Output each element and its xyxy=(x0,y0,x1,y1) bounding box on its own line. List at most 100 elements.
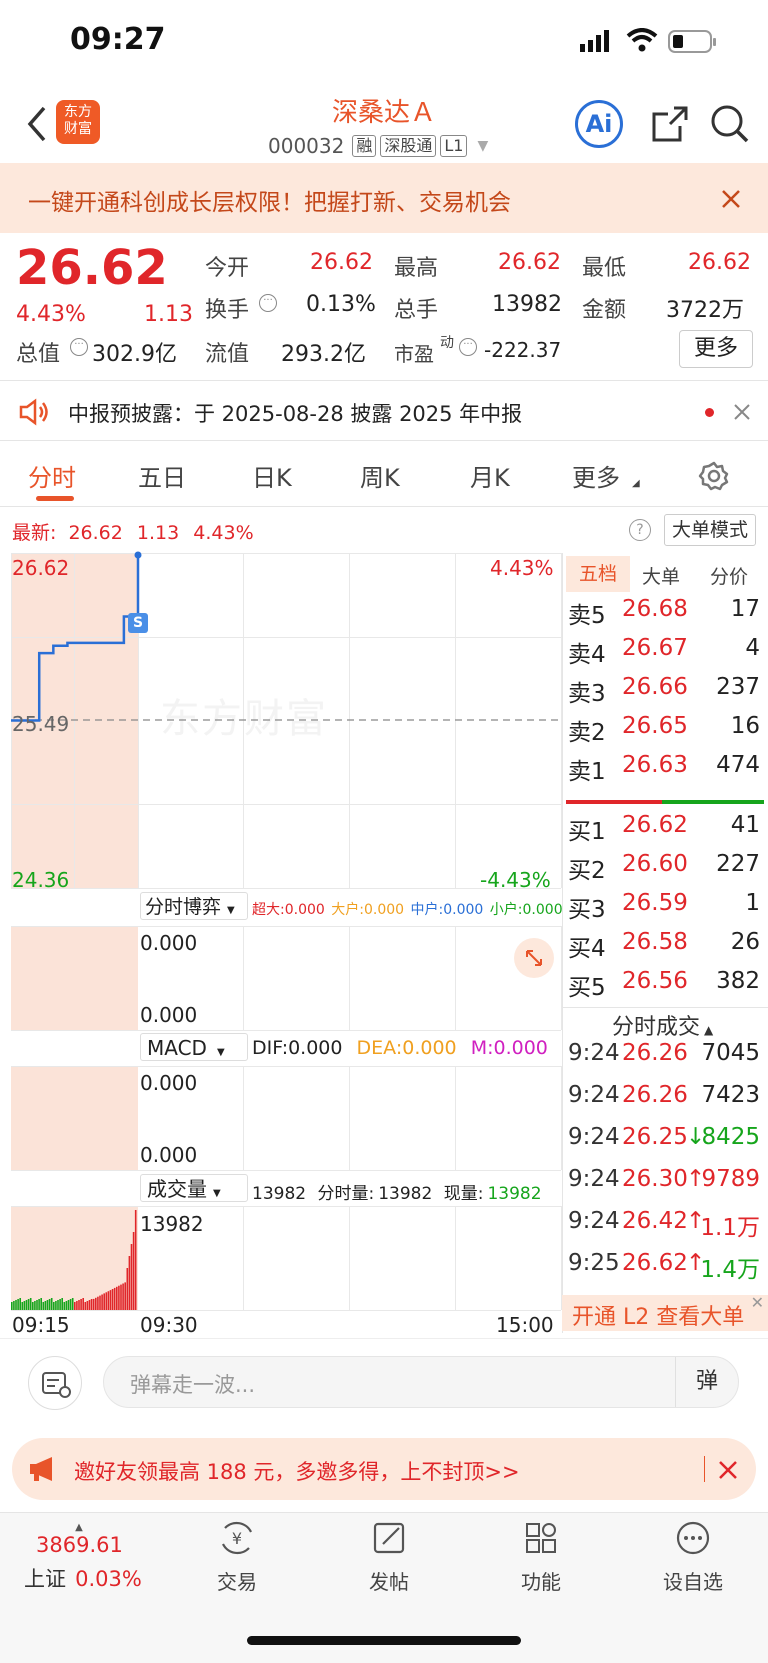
order-price: 26.56 xyxy=(622,968,688,994)
grid-v xyxy=(243,1066,244,1170)
tick-row: 9:24 26.30 ↑ 9789 xyxy=(568,1166,764,1206)
orderbook-tab-price[interactable]: 分价 xyxy=(710,562,748,589)
more-circle-icon xyxy=(676,1521,710,1555)
ticks-header[interactable]: 分时成交 ▲ xyxy=(612,1009,713,1041)
x-axis-mid: 09:30 xyxy=(140,1313,198,1337)
y-axis-mid: 25.49 xyxy=(12,712,70,736)
bid-row[interactable]: 买3 26.59 1 xyxy=(568,890,764,928)
tick-volume: 1.4万 xyxy=(700,1257,760,1283)
bosai-select[interactable]: 分时博弈 ▼ xyxy=(140,892,248,920)
volume-bar xyxy=(107,1291,110,1310)
order-volume: 17 xyxy=(730,596,760,622)
index-pct: 0.03% xyxy=(75,1567,142,1591)
order-volume: 1 xyxy=(745,890,760,916)
spread-bar-green xyxy=(662,800,764,804)
volume-bar xyxy=(48,1299,51,1310)
volume-bar xyxy=(57,1300,59,1310)
tick-row: 9:25 26.62 ↑ 1.4万 xyxy=(568,1250,764,1290)
order-volume: 237 xyxy=(716,674,760,700)
volume-bar xyxy=(82,1298,84,1310)
grid-h xyxy=(11,1066,561,1067)
tick-time: 9:24 xyxy=(568,1208,620,1234)
bosai-item: 大户:0.000 xyxy=(331,902,405,918)
x-axis-start: 09:15 xyxy=(12,1313,70,1337)
bid-row[interactable]: 买5 26.56 382 xyxy=(568,968,764,1006)
nav-post[interactable]: 发帖 xyxy=(334,1520,444,1595)
volume-bar xyxy=(122,1283,124,1310)
tick-price: 26.25 xyxy=(622,1124,688,1150)
order-volume: 26 xyxy=(730,929,760,955)
volume-bar xyxy=(32,1302,34,1310)
ask-row[interactable]: 卖3 26.66 237 xyxy=(568,674,764,712)
macd-bottom-value: 0.000 xyxy=(140,1143,198,1167)
order-label: 买3 xyxy=(568,897,606,923)
comment-input[interactable]: 弹幕走一波... 弹 xyxy=(103,1356,739,1408)
bid-row[interactable]: 买2 26.60 227 xyxy=(568,851,764,889)
volume-bar xyxy=(120,1284,122,1310)
orderbook-divider xyxy=(562,1007,768,1008)
volume-bar xyxy=(78,1300,80,1310)
ask-row[interactable]: 卖4 26.67 4 xyxy=(568,635,764,673)
volume-bar xyxy=(111,1289,114,1310)
invite-text[interactable]: 邀好友领最高 188 元，多邀多得，上不封顶>> xyxy=(74,1456,520,1486)
macd-select[interactable]: MACD ▼ xyxy=(140,1033,248,1061)
pct-axis-bottom: -4.43% xyxy=(480,868,551,892)
ask-row[interactable]: 卖2 26.65 16 xyxy=(568,713,764,751)
expand-icon[interactable] xyxy=(514,938,554,978)
bosai-bottom-value: 0.000 xyxy=(140,1003,198,1027)
volume-legend: 13982 分时量: 13982 现量: 13982 xyxy=(252,1184,542,1204)
order-label: 卖5 xyxy=(568,603,606,629)
orderbook-tab-five[interactable]: 五档 xyxy=(566,556,630,592)
comment-list-icon[interactable] xyxy=(28,1356,82,1410)
volume-select[interactable]: 成交量 ▼ xyxy=(140,1174,248,1202)
pct-axis-top: 4.43% xyxy=(490,556,554,580)
order-price: 26.62 xyxy=(622,812,688,838)
volume-bar xyxy=(19,1298,21,1310)
macd-top-value: 0.000 xyxy=(140,1071,198,1095)
caret-up-icon: ▲ xyxy=(75,1522,83,1533)
volume-bar xyxy=(23,1301,26,1310)
volume-bar xyxy=(130,1244,133,1310)
bosai-item: 小户:0.000 xyxy=(489,902,563,918)
nav-trade[interactable]: ¥ 交易 xyxy=(182,1520,292,1595)
s-marker[interactable]: S xyxy=(128,613,148,633)
ask-row[interactable]: 卖1 26.63 474 xyxy=(568,752,764,790)
close-icon[interactable]: ✕ xyxy=(751,1293,764,1312)
tick-time: 9:25 xyxy=(568,1250,620,1276)
ask-row[interactable]: 卖5 26.68 17 xyxy=(568,596,764,634)
grid-v xyxy=(455,1206,456,1310)
volume-bar xyxy=(101,1294,103,1310)
tick-volume: 7045 xyxy=(701,1040,760,1066)
order-label: 买2 xyxy=(568,858,606,884)
nav-functions[interactable]: 功能 xyxy=(486,1520,596,1595)
grid-v xyxy=(243,1206,244,1310)
grid-icon xyxy=(526,1523,556,1553)
bid-row[interactable]: 买1 26.62 41 xyxy=(568,812,764,850)
l2-promo[interactable]: 开通 L2 查看大单 ✕ xyxy=(562,1293,768,1331)
tick-price: 26.62 xyxy=(622,1250,688,1276)
index-ticker[interactable]: ▲ 3869.61 上证 0.03% xyxy=(24,1522,164,1593)
macd-legend: DIF:0.000 DEA:0.000 M:0.000 xyxy=(252,1037,548,1059)
nav-add-watchlist[interactable]: 设自选 xyxy=(638,1520,748,1595)
volume-bar xyxy=(65,1301,68,1310)
danmu-toggle[interactable]: 弹 xyxy=(675,1357,738,1407)
volume-bar xyxy=(44,1301,47,1310)
bid-row[interactable]: 买4 26.58 26 xyxy=(568,929,764,967)
order-volume: 227 xyxy=(716,851,760,877)
svg-text:¥: ¥ xyxy=(232,1529,242,1548)
order-price: 26.66 xyxy=(622,674,688,700)
volume-bar xyxy=(118,1285,120,1310)
volume-bar xyxy=(71,1298,74,1310)
tick-row: 9:24 26.42 ↑ 1.1万 xyxy=(568,1208,764,1248)
volume-bar xyxy=(109,1290,112,1310)
volume-bar xyxy=(53,1302,55,1310)
volume-bar xyxy=(46,1300,49,1310)
volume-bar xyxy=(134,1210,137,1310)
close-icon[interactable] xyxy=(718,1460,738,1484)
volume-bar xyxy=(21,1302,24,1310)
volume-bar xyxy=(69,1299,72,1310)
tick-price: 26.30 xyxy=(622,1166,688,1192)
tick-volume: 7423 xyxy=(701,1082,760,1108)
orderbook-tab-big[interactable]: 大单 xyxy=(642,562,680,589)
grid-v xyxy=(455,1066,456,1170)
